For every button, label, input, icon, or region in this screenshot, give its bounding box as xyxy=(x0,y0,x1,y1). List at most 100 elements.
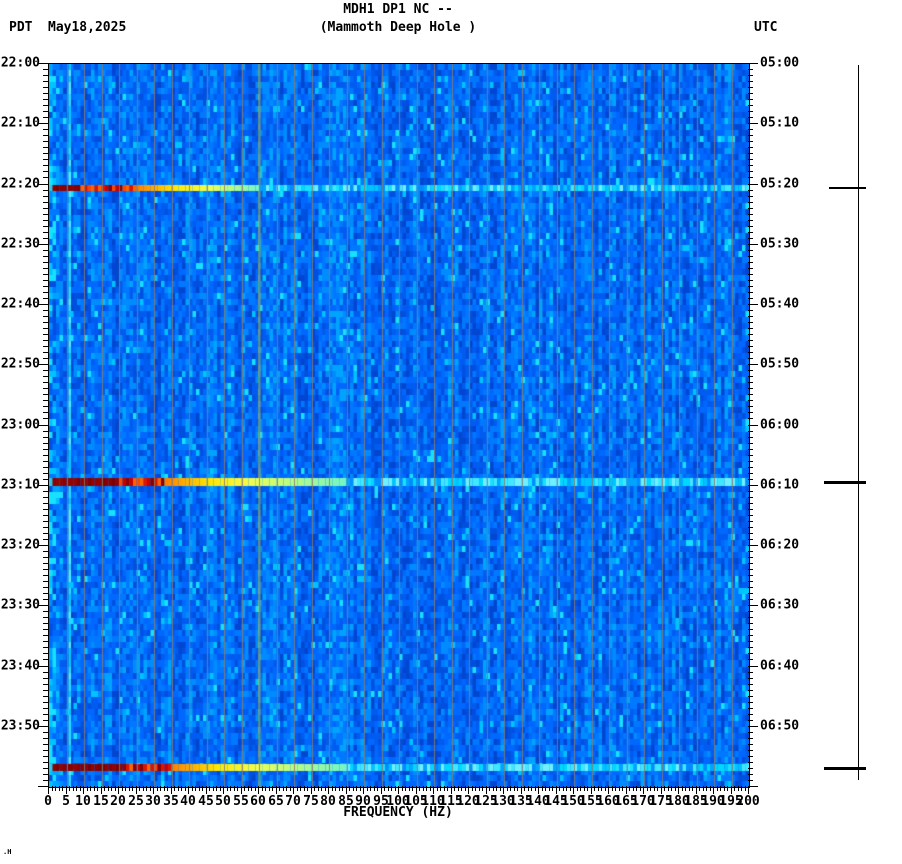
left-minute-tick xyxy=(43,352,48,353)
right-minute-tick xyxy=(748,611,753,612)
frequency-tick xyxy=(356,786,357,791)
right-minute-tick xyxy=(748,202,753,203)
left-minute-tick xyxy=(43,563,48,564)
right-minute-tick xyxy=(748,177,753,178)
frequency-tick xyxy=(69,786,70,791)
frequency-tick xyxy=(174,786,175,791)
event-marker-tick xyxy=(824,481,866,484)
right-minute-tick xyxy=(748,647,753,648)
right-minute-tick xyxy=(748,376,753,377)
right-minute-tick xyxy=(748,479,753,480)
frequency-tick xyxy=(734,786,735,791)
left-minute-tick xyxy=(43,708,48,709)
left-minute-tick xyxy=(43,569,48,570)
right-minute-tick xyxy=(748,153,753,154)
frequency-tick xyxy=(293,786,294,794)
right-minute-tick xyxy=(748,328,753,329)
frequency-tick xyxy=(391,786,392,791)
right-minute-tick xyxy=(748,382,753,383)
left-minute-tick xyxy=(43,400,48,401)
right-minute-tick xyxy=(748,292,753,293)
right-minute-tick xyxy=(748,214,753,215)
left-minute-tick xyxy=(43,431,48,432)
left-time-tick-label: 23:40 xyxy=(0,658,40,674)
frequency-tick xyxy=(580,786,581,791)
left-minute-tick xyxy=(43,599,48,600)
frequency-tick-label: 20 xyxy=(110,794,126,809)
frequency-tick xyxy=(605,786,606,791)
right-minute-tick xyxy=(748,364,758,365)
frequency-tick xyxy=(146,786,147,791)
right-time-tick-label: 06:00 xyxy=(760,417,800,433)
left-minute-tick xyxy=(43,99,48,100)
right-time-tick-label: 05:40 xyxy=(760,296,800,312)
frequency-tick xyxy=(430,786,431,791)
frequency-tick-label: 200 xyxy=(736,794,760,809)
frequency-tick xyxy=(76,786,77,791)
frequency-tick xyxy=(538,786,539,794)
left-minute-tick xyxy=(43,672,48,673)
right-minute-tick xyxy=(748,551,753,552)
frequency-tick xyxy=(265,786,266,791)
right-minute-tick xyxy=(748,774,753,775)
frequency-tick xyxy=(706,786,707,791)
frequency-tick xyxy=(647,786,648,791)
left-minute-tick xyxy=(43,756,48,757)
frequency-tick xyxy=(318,786,319,791)
frequency-tick-label: 5 xyxy=(62,794,70,809)
frequency-tick-label: 80 xyxy=(320,794,336,809)
right-minute-tick xyxy=(748,629,753,630)
right-minute-tick xyxy=(748,99,753,100)
left-minute-tick xyxy=(43,611,48,612)
right-minute-tick xyxy=(748,111,753,112)
left-minute-tick xyxy=(43,473,48,474)
frequency-tick xyxy=(258,786,259,794)
left-minute-tick xyxy=(43,629,48,630)
frequency-tick xyxy=(563,786,564,791)
right-minute-tick xyxy=(748,196,753,197)
spectrogram-plot-frame xyxy=(48,63,750,788)
frequency-tick xyxy=(559,786,560,791)
frequency-tick xyxy=(48,786,49,794)
frequency-tick xyxy=(381,786,382,794)
frequency-tick xyxy=(713,786,714,794)
frequency-tick xyxy=(542,786,543,791)
footer-artifact: .H xyxy=(3,848,12,856)
left-minute-tick xyxy=(43,780,48,781)
right-minute-tick xyxy=(748,280,753,281)
right-time-tick-label: 06:50 xyxy=(760,718,800,734)
frequency-tick xyxy=(577,786,578,791)
left-minute-tick xyxy=(43,678,48,679)
frequency-tick xyxy=(521,786,522,794)
right-minute-tick xyxy=(748,394,753,395)
right-minute-tick xyxy=(748,141,753,142)
right-minute-tick xyxy=(748,105,753,106)
right-minute-tick xyxy=(748,388,753,389)
frequency-tick xyxy=(664,786,665,791)
left-minute-tick xyxy=(43,533,48,534)
frequency-tick xyxy=(279,786,280,791)
frequency-tick xyxy=(262,786,263,791)
right-minute-tick xyxy=(748,244,758,245)
left-minute-tick xyxy=(43,696,48,697)
right-minute-tick xyxy=(748,527,753,528)
frequency-tick xyxy=(118,786,119,794)
left-minute-tick xyxy=(43,539,48,540)
frequency-tick xyxy=(206,786,207,794)
frequency-tick xyxy=(104,786,105,791)
right-minute-tick xyxy=(748,768,753,769)
frequency-tick xyxy=(332,786,333,791)
frequency-tick-label: 50 xyxy=(215,794,231,809)
right-minute-tick xyxy=(748,226,753,227)
right-minute-tick xyxy=(748,563,753,564)
right-minute-tick xyxy=(748,641,753,642)
left-minute-tick xyxy=(43,328,48,329)
right-minute-tick xyxy=(748,400,753,401)
left-minute-tick xyxy=(43,81,48,82)
frequency-tick xyxy=(129,786,130,791)
right-minute-tick xyxy=(748,587,753,588)
left-minute-tick xyxy=(43,105,48,106)
left-minute-tick xyxy=(43,412,48,413)
frequency-tick xyxy=(181,786,182,791)
frequency-tick xyxy=(360,786,361,791)
